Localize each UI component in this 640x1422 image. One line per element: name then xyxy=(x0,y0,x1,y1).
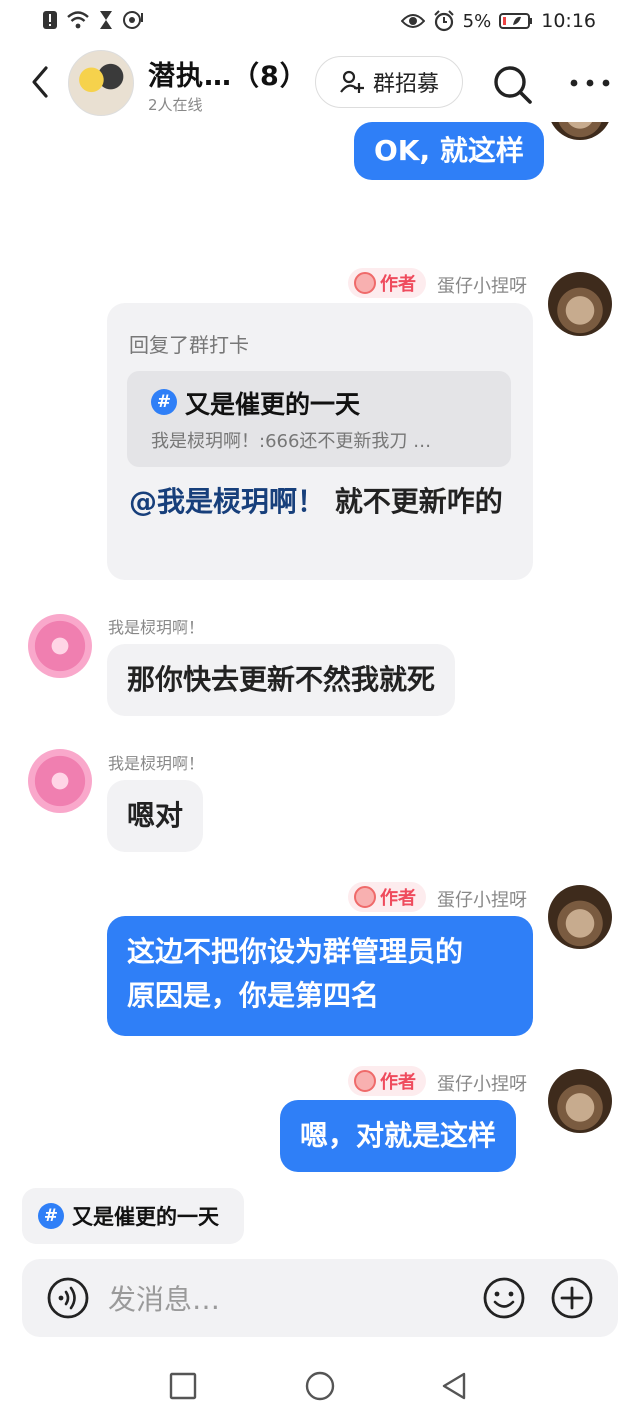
message-bubble[interactable]: 嗯对 xyxy=(107,780,204,852)
message-text: 嗯对 xyxy=(127,799,184,832)
reply-label: 回复了群打卡 xyxy=(129,333,249,357)
emoji-icon[interactable] xyxy=(482,1276,526,1320)
author-badge: 作者 xyxy=(348,268,426,298)
author-face-icon xyxy=(354,1070,376,1092)
message-line: 这边不把你设为群管理员的 xyxy=(127,935,464,968)
avatar[interactable] xyxy=(548,885,612,949)
sender-name: 蛋仔小捏呀 xyxy=(437,1074,527,1095)
group-recruit-button[interactable]: 群招募 xyxy=(315,56,463,108)
sender-name: 蛋仔小捏呀 xyxy=(437,276,527,297)
message-list[interactable]: OK, 就这样 作者 蛋仔小捏呀 回复了群打卡 # 又是催更的一天 我是棂玥啊！… xyxy=(0,122,640,1252)
sender-name: 我是棂玥啊！ xyxy=(108,754,205,773)
sender-name: 我是棂玥啊！ xyxy=(108,618,205,637)
group-name[interactable]: 潜执…（8） xyxy=(148,54,308,93)
back-nav-icon[interactable] xyxy=(438,1370,470,1402)
message-bubble[interactable]: 那你快去更新不然我就死 xyxy=(107,644,456,716)
plus-icon[interactable] xyxy=(550,1276,594,1320)
wifi-icon xyxy=(67,11,89,29)
quoted-title: 又是催更的一天 xyxy=(185,390,361,419)
hashtag-icon: # xyxy=(151,389,177,415)
author-badge: 作者 xyxy=(348,882,426,912)
avatar[interactable] xyxy=(28,749,92,813)
avatar[interactable] xyxy=(28,614,92,678)
message-input-bar xyxy=(22,1259,618,1337)
avatar[interactable] xyxy=(548,272,612,336)
more-icon[interactable] xyxy=(568,70,612,96)
message-input[interactable] xyxy=(108,1281,448,1317)
recruit-label: 群招募 xyxy=(372,72,439,97)
author-badge-label: 作者 xyxy=(380,888,416,909)
reply-text: @我是棂玥啊！ 就不更新咋的 xyxy=(129,483,519,521)
chat-header: 潜执…（8） 2人在线 群招募 xyxy=(0,42,640,122)
quoted-post[interactable]: # 又是催更的一天 我是棂玥啊！:666还不更新我刀 … xyxy=(127,371,511,467)
author-badge-label: 作者 xyxy=(380,274,416,295)
author-face-icon xyxy=(354,272,376,294)
back-icon[interactable] xyxy=(26,62,56,102)
status-left-icons xyxy=(42,10,144,30)
avatar[interactable] xyxy=(548,122,612,140)
search-icon[interactable] xyxy=(490,62,534,106)
eye-icon xyxy=(400,14,425,28)
message-text: 那你快去更新不然我就死 xyxy=(127,663,436,696)
message-bubble[interactable]: 嗯，对就是这样 xyxy=(280,1100,517,1172)
recents-icon[interactable] xyxy=(167,1370,199,1402)
reply-message-card[interactable]: 回复了群打卡 # 又是催更的一天 我是棂玥啊！:666还不更新我刀 … @我是棂… xyxy=(107,303,533,580)
alarm-icon xyxy=(433,10,454,32)
clock: 10:16 xyxy=(541,10,596,32)
home-icon[interactable] xyxy=(304,1370,336,1402)
message-text: OK, 就这样 xyxy=(374,134,524,167)
message-bubble[interactable]: 这边不把你设为群管理员的 原因是，你是第四名 xyxy=(107,916,533,1036)
hourglass-icon xyxy=(100,11,112,29)
battery-icon xyxy=(499,13,533,29)
online-count: 2人在线 xyxy=(148,96,203,114)
avatar[interactable] xyxy=(548,1069,612,1133)
sender-name: 蛋仔小捏呀 xyxy=(437,890,527,911)
author-badge-label: 作者 xyxy=(380,1072,416,1093)
mention-link[interactable]: @我是棂玥啊！ xyxy=(129,485,325,518)
topic-chip-label: 又是催更的一天 xyxy=(72,1205,219,1229)
message-line: 原因是，你是第四名 xyxy=(127,979,380,1012)
alert-icon xyxy=(43,11,57,29)
quoted-preview: 我是棂玥啊！:666还不更新我刀 … xyxy=(151,431,432,452)
topic-chip[interactable]: # 又是催更的一天 xyxy=(22,1188,244,1244)
message-text: 嗯，对就是这样 xyxy=(300,1119,497,1152)
status-right: 5% 10:16 xyxy=(400,10,596,32)
status-bar: 5% 10:16 xyxy=(0,0,640,42)
hotspot-icon xyxy=(123,11,143,29)
reply-body: 就不更新咋的 xyxy=(325,485,503,518)
author-face-icon xyxy=(354,886,376,908)
author-badge: 作者 xyxy=(348,1066,426,1096)
add-user-icon xyxy=(340,70,364,93)
system-nav-bar xyxy=(0,1352,640,1422)
hashtag-icon: # xyxy=(38,1203,64,1229)
voice-icon[interactable] xyxy=(46,1276,90,1320)
battery-percent: 5% xyxy=(462,10,492,32)
message-bubble[interactable]: OK, 就这样 xyxy=(354,122,544,180)
group-avatar[interactable] xyxy=(68,50,134,116)
